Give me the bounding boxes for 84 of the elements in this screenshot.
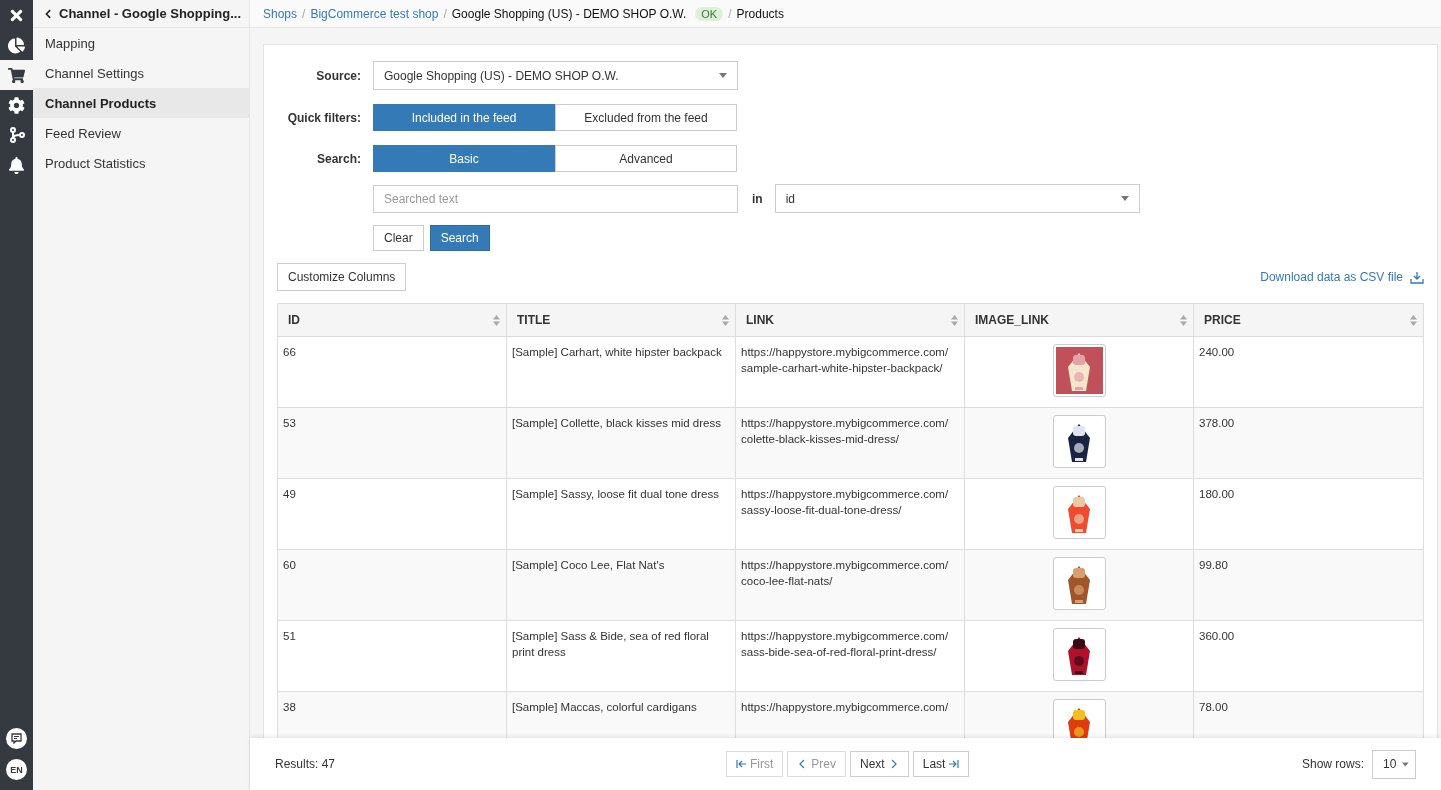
sort-icon [493, 314, 500, 326]
pager-button[interactable]: Next [850, 751, 909, 777]
language-button[interactable]: EN [6, 759, 27, 780]
show-rows-label: Show rows: [1301, 757, 1364, 771]
sidebar-item[interactable]: Product Statistics [33, 148, 249, 178]
first-page-icon [736, 759, 747, 769]
breadcrumb-text: Google Shopping (US) - DEMO SHOP O.W. [451, 6, 687, 21]
caret-icon [1120, 196, 1129, 201]
search-field[interactable]: Searched text [373, 184, 738, 213]
sort-icon [1180, 314, 1187, 326]
download-csv-link[interactable]: Download data as CSV file [1260, 270, 1424, 284]
settings-icon[interactable] [8, 96, 25, 114]
pie-chart-icon[interactable] [8, 36, 25, 54]
filter-toggle[interactable]: Excluded from the feed [555, 104, 737, 131]
customize-columns-button[interactable]: Customize Columns [277, 263, 407, 291]
sidebar-title: Channel - Google Shopping... [59, 6, 241, 21]
breadcrumb-separator: / [443, 6, 447, 21]
pager-button[interactable]: Last [912, 751, 970, 777]
search-mode-toggle[interactable]: Basic [373, 145, 555, 172]
table-cell-text: 378.00 [1199, 416, 1235, 431]
field-select[interactable]: id [774, 184, 1140, 213]
table-cell-text: [Sample] Sass & Bide, sea of red floral print dress [512, 629, 710, 660]
table-cell-text: 51 [283, 629, 296, 644]
column-header[interactable]: TITLE [507, 304, 736, 337]
table-cell-text: 78.00 [1199, 700, 1228, 715]
search-button[interactable]: Search [429, 225, 490, 251]
sidebar-item[interactable]: Channel Settings [33, 58, 249, 88]
breadcrumb-separator: / [302, 6, 306, 21]
table-cell-text: 99.80 [1199, 558, 1228, 573]
table-cell-text: [Sample] Maccas, colorful cardigans [512, 700, 697, 715]
sort-icon [722, 314, 729, 326]
sort-icon [1410, 314, 1417, 326]
table-cell-text: https://happystore.mybigcommerce.com/ colette-black-kisses-mid-dress/ [741, 416, 950, 447]
table-cell-text: [Sample] Carhart, white hipster backpack [512, 345, 722, 360]
table-cell-text: 66 [283, 345, 296, 360]
column-header[interactable]: LINK [736, 304, 965, 337]
rows-select[interactable]: 10 [1372, 749, 1416, 779]
last-page-icon [948, 759, 960, 769]
caret-icon [1402, 761, 1409, 767]
clear-button[interactable]: Clear [373, 225, 424, 251]
feedback-button[interactable] [6, 728, 27, 749]
branch-icon[interactable] [8, 127, 25, 143]
table-cell-text: https://happystore.mybigcommerce.com/ [741, 700, 949, 715]
table-cell-text: 360.00 [1199, 629, 1235, 644]
breadcrumb-link[interactable]: Shops [263, 6, 298, 21]
sidebar-item[interactable]: Feed Review [33, 118, 249, 148]
sidebar-item[interactable]: Channel Products [33, 88, 249, 118]
quick-filters-label: Quick filters: [286, 110, 362, 125]
table-cell-text: 60 [283, 558, 296, 573]
rail-item[interactable] [0, 60, 33, 90]
back-icon[interactable] [43, 8, 53, 19]
sort-icon [951, 314, 958, 326]
table-cell-text: https://happystore.mybigcommerce.com/ coco-lee-flat-nats/ [741, 558, 950, 589]
column-header[interactable]: PRICE [1194, 304, 1423, 337]
filter-toggle[interactable]: Included in the feed [373, 104, 555, 131]
results-count: Results: 47 [275, 757, 336, 771]
table-cell-text: https://happystore.mybigcommerce.com/ sassy-loose-fit-dual-tone-dress/ [741, 487, 950, 518]
search-mode-toggle[interactable]: Advanced [555, 145, 737, 172]
bell-icon[interactable] [8, 156, 25, 174]
sidebar-item[interactable]: Mapping [33, 28, 249, 58]
table-cell-text: [Sample] Collette, black kisses mid dress [512, 416, 721, 431]
cart-icon[interactable] [8, 66, 25, 84]
table-cell-text: [Sample] Sassy, loose fit dual tone dress [512, 487, 719, 502]
table-cell-text: 53 [283, 416, 296, 431]
download-icon [1410, 270, 1424, 284]
message-icon [11, 733, 22, 744]
table-cell-text: 49 [283, 487, 296, 502]
table-cell-text: https://happystore.mybigcommerce.com/ sample-carhart-white-hipster-backpack/ [741, 345, 950, 376]
breadcrumb-separator: / [728, 6, 732, 21]
breadcrumb-text: Products [736, 6, 784, 21]
column-header[interactable]: IMAGE_LINK [965, 304, 1194, 337]
source-label: Source: [315, 68, 362, 83]
status-badge: OK [695, 6, 724, 21]
source-select[interactable]: Google Shopping (US) - DEMO SHOP O.W. [373, 61, 738, 90]
table-cell-text: https://happystore.mybigcommerce.com/ sass-bide-sea-of-red-floral-print-dress/ [741, 629, 950, 660]
in-label: in [752, 191, 763, 206]
table-cell-text: 38 [283, 700, 296, 715]
table-cell-text: 180.00 [1199, 487, 1235, 502]
column-header[interactable]: ID [278, 304, 507, 337]
table-cell-text: [Sample] Coco Lee, Flat Nat's [512, 558, 665, 573]
breadcrumb-link[interactable]: BigCommerce test shop [310, 6, 439, 21]
search-label: Search: [315, 151, 362, 166]
table-cell-text: 240.00 [1199, 345, 1235, 360]
caret-icon [719, 73, 727, 78]
